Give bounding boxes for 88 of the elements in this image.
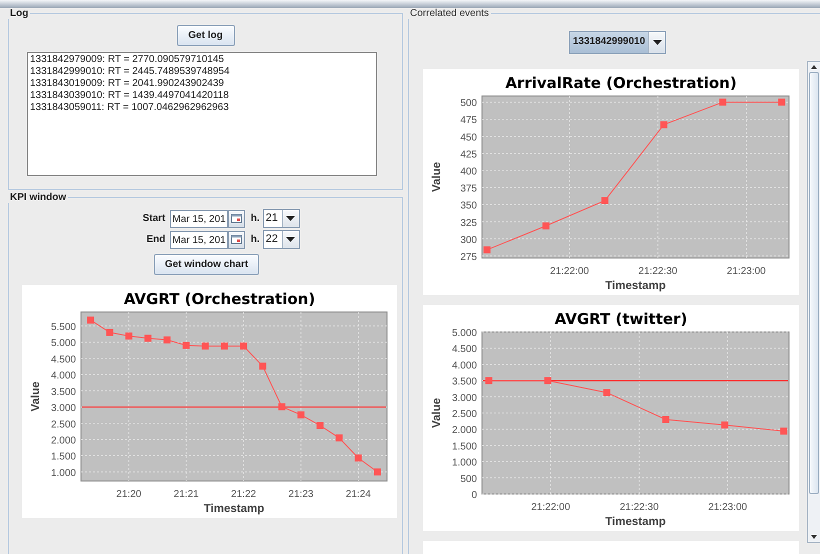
log-line: 1331842979009: RT = 2770.090579710145 [30, 54, 225, 66]
tick-label: 21:22:30 [620, 502, 659, 513]
field-label: h. [250, 234, 260, 245]
tick-label: 500 [460, 98, 477, 110]
scrollbar[interactable] [807, 61, 820, 543]
tick-label: 3.000 [50, 403, 76, 414]
tick-label: 21:22:30 [638, 266, 678, 277]
chart-title: ArrivalRate (Orchestration) [505, 74, 737, 92]
date-field[interactable]: Mar 15, 201 [170, 230, 228, 248]
field-label: Start [142, 213, 166, 224]
group-title: Correlated events [409, 8, 490, 19]
log-line: 1331842999010: RT = 2445.7489539748954 [30, 66, 231, 78]
tick-label: 2.500 [50, 419, 76, 430]
tick-label: 2.500 [452, 409, 477, 420]
dropdown-arrow-icon [286, 237, 296, 242]
tick-label: 4.500 [50, 354, 76, 366]
tick-label: 4.000 [50, 370, 76, 382]
chart-title: AVGRT (Orchestration) [124, 290, 316, 308]
tick-label: 5.000 [50, 338, 76, 350]
data-point [778, 98, 786, 106]
dropdown-arrow-icon [286, 216, 296, 221]
event-dropdown[interactable]: 1331842999010 [568, 31, 666, 54]
tick-label: 300 [460, 234, 477, 246]
tick-label: 5.000 [452, 328, 477, 339]
tick-label: 21:23:00 [726, 266, 766, 277]
tick-label: 21:22:00 [531, 502, 570, 513]
dropdown-arrow-icon [652, 40, 662, 45]
log-line: 1331843019009: RT = 2041.990243902439 [30, 78, 225, 90]
tick-label: 375 [460, 184, 477, 195]
axis-label: Value [431, 162, 443, 192]
calendar-icon [230, 235, 242, 244]
tick-label: 3.000 [452, 392, 477, 404]
tick-label: 450 [460, 132, 477, 144]
calendar-button[interactable] [228, 230, 245, 248]
data-point [780, 428, 788, 435]
tick-label: 3.500 [50, 386, 76, 398]
tick-label: 21:24 [346, 489, 371, 500]
data-point [719, 98, 726, 106]
scroll-thumb[interactable] [809, 72, 819, 494]
date-field[interactable]: Mar 15, 201 [170, 210, 228, 228]
field-label: h. [250, 213, 260, 224]
tick-label: 500 [460, 474, 477, 485]
tick-label: 2.000 [452, 425, 477, 436]
tick-label: 2.000 [50, 435, 76, 446]
chart-title: AVGRT (twitter) [554, 310, 688, 328]
tick-label: 21:23:00 [708, 502, 748, 513]
get-log-button[interactable]: Get log [176, 25, 234, 46]
tick-label: 21:22 [231, 489, 256, 500]
tick-label: 325 [460, 218, 477, 229]
tick-label: 0 [471, 490, 477, 501]
tick-label: 425 [460, 149, 477, 160]
data-point [603, 389, 610, 396]
group-title: Log [9, 8, 30, 19]
data-point [316, 422, 324, 430]
field-label: End [145, 234, 166, 245]
hour-dropdown[interactable]: 22 [262, 230, 300, 249]
data-point [259, 362, 266, 370]
log-area[interactable]: 1331842979009: RT = 2770.090579710145 1331842999010: RT = 2445.7489539748954 1331843019009: RT = 2041.990243902439 1331843039010: RT = 1439.4497041420118 1331843059011: RT = 1007.0462962962963 [27, 52, 377, 176]
axis-label: Timestamp [605, 280, 666, 292]
axis-label: Value [30, 381, 42, 412]
tick-label: 5.500 [50, 322, 76, 333]
data-point [87, 316, 94, 324]
tick-label: 4.500 [452, 344, 477, 356]
axis-label: Timestamp [605, 516, 666, 528]
calendar-button[interactable] [228, 210, 245, 228]
axis-label: Timestamp [204, 503, 264, 515]
group-title: KPI window [9, 192, 68, 203]
tick-label: 21:22:00 [550, 266, 589, 277]
tick-label: 475 [460, 115, 477, 126]
tick-label: 1.500 [50, 452, 76, 463]
log-line: 1331843059011: RT = 1007.0462962962963 [30, 102, 230, 114]
data-point [240, 342, 248, 350]
tick-label: 1.000 [452, 458, 477, 469]
tick-label: 1.000 [50, 468, 76, 479]
tick-label: 1.500 [452, 441, 477, 452]
axis-label: Value [431, 398, 443, 428]
tick-label: 400 [460, 166, 477, 178]
tick-label: 4.000 [452, 360, 477, 372]
tick-label: 21:20 [116, 489, 142, 500]
hour-dropdown[interactable]: 21 [262, 209, 300, 228]
tick-label: 350 [460, 200, 477, 212]
calendar-icon [230, 214, 242, 223]
log-line: 1331843039010: RT = 1439.4497041420118 [30, 90, 230, 102]
tick-label: 3.500 [452, 376, 477, 388]
tick-label: 275 [460, 252, 477, 263]
tick-label: 21:21 [174, 489, 199, 500]
get-window-chart-button[interactable]: Get window chart [154, 254, 259, 275]
tick-label: 21:23 [288, 489, 314, 500]
